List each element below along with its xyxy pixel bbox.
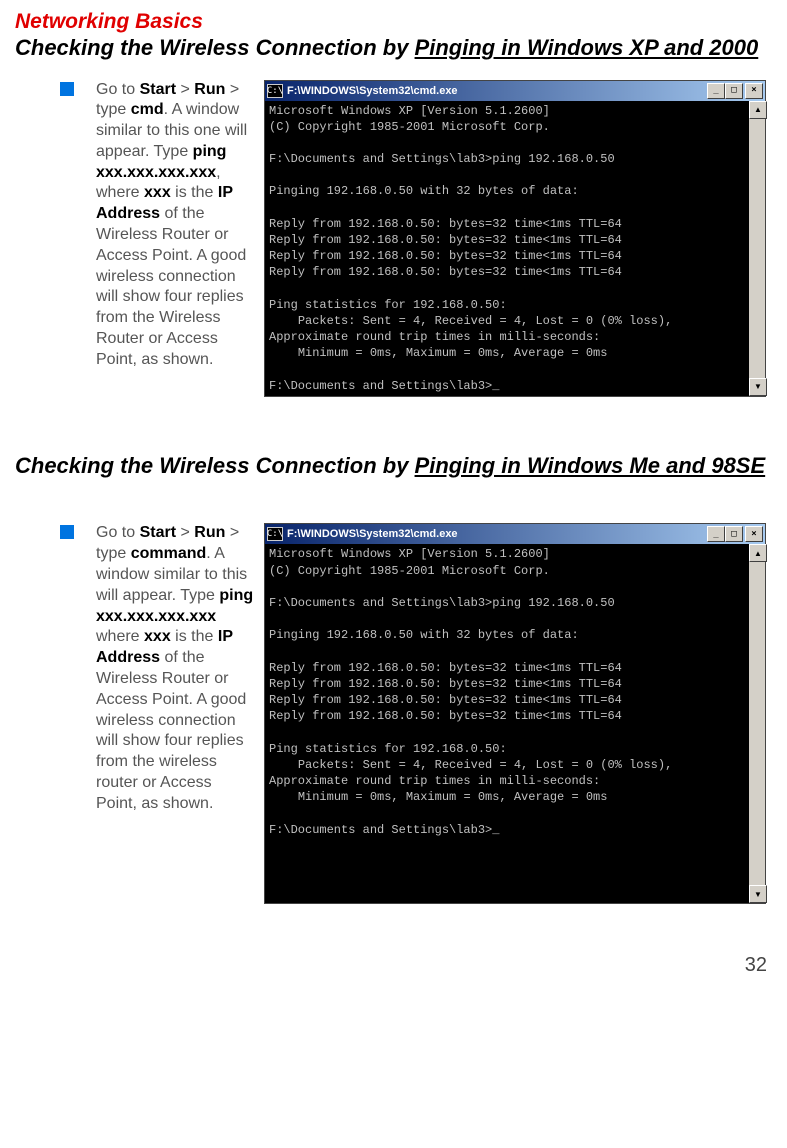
scroll-down-icon[interactable]: ▼ xyxy=(749,378,767,396)
cmd-output-2[interactable]: Microsoft Windows XP [Version 5.1.2600] … xyxy=(265,544,749,903)
cmd-window-2: C:\ F:\WINDOWS\System32\cmd.exe _ □ × Mi… xyxy=(264,523,766,904)
document-page: Networking Basics Checking the Wireless … xyxy=(0,0,787,924)
instr1-t7: of the Wireless Router or Access Point. … xyxy=(96,205,246,368)
cmd-body-wrap-1: Microsoft Windows XP [Version 5.1.2600] … xyxy=(265,101,765,396)
instr2-t1: Go to xyxy=(96,524,140,541)
scrollbar-1[interactable]: ▲ ▼ xyxy=(749,101,765,396)
cmd-output-1[interactable]: Microsoft Windows XP [Version 5.1.2600] … xyxy=(265,101,749,396)
instr2-b5: xxx xyxy=(144,628,171,645)
instr1-b5: xxx xyxy=(144,184,171,201)
instr1-t2: > xyxy=(176,81,194,98)
minimize-button[interactable]: _ xyxy=(707,83,725,99)
instr2-b3: command xyxy=(131,545,207,562)
instr1-t6: is the xyxy=(171,184,218,201)
instr2-t2: > xyxy=(176,524,194,541)
instr1-b2: Run xyxy=(194,81,225,98)
maximize-button[interactable]: □ xyxy=(725,83,743,99)
instr2-t5: where xyxy=(96,628,144,645)
cmd-title-1: F:\WINDOWS\System32\cmd.exe xyxy=(287,85,707,97)
close-button[interactable]: × xyxy=(745,526,763,542)
maximize-button[interactable]: □ xyxy=(725,526,743,542)
window-buttons-1: _ □ × xyxy=(707,83,763,99)
scroll-down-icon[interactable]: ▼ xyxy=(749,885,767,903)
bullet-icon xyxy=(60,82,74,96)
cmd-prompt-icon: C:\ xyxy=(267,84,283,98)
heading-2-underline: Pinging in Windows Me and 98SE xyxy=(415,453,766,478)
page-title: Networking Basics xyxy=(15,10,772,34)
heading-2-text: Checking the Wireless Connection by xyxy=(15,453,415,478)
instr2-t7: of the Wireless Router or Access Point. … xyxy=(96,649,246,812)
scrollbar-2[interactable]: ▲ ▼ xyxy=(749,544,765,903)
close-button[interactable]: × xyxy=(745,83,763,99)
section-2: Go to Start > Run > type command. A wind… xyxy=(15,523,772,904)
scroll-up-icon[interactable]: ▲ xyxy=(749,101,767,119)
heading-1-underline: Pinging in Windows XP and 2000 xyxy=(415,35,759,60)
bullet-icon xyxy=(60,525,74,539)
instr2-b2: Run xyxy=(194,524,225,541)
cmd-title-2: F:\WINDOWS\System32\cmd.exe xyxy=(287,528,707,540)
section-heading-2: Checking the Wireless Connection by Ping… xyxy=(15,452,772,480)
cmd-window-1: C:\ F:\WINDOWS\System32\cmd.exe _ □ × Mi… xyxy=(264,80,766,397)
heading-1-text: Checking the Wireless Connection by xyxy=(15,35,415,60)
instr2-b1: Start xyxy=(140,524,176,541)
cmd-body-wrap-2: Microsoft Windows XP [Version 5.1.2600] … xyxy=(265,544,765,903)
instr1-b3: cmd xyxy=(131,101,164,118)
minimize-button[interactable]: _ xyxy=(707,526,725,542)
section-heading-1: Checking the Wireless Connection by Ping… xyxy=(15,34,772,62)
cmd-titlebar-1[interactable]: C:\ F:\WINDOWS\System32\cmd.exe _ □ × xyxy=(265,81,765,101)
instr1-b1: Start xyxy=(140,81,176,98)
page-number: 32 xyxy=(0,924,787,987)
instruction-2: Go to Start > Run > type command. A wind… xyxy=(96,523,256,814)
instr1-t1: Go to xyxy=(96,81,140,98)
instr2-t6: is the xyxy=(171,628,218,645)
cmd-prompt-icon: C:\ xyxy=(267,527,283,541)
window-buttons-2: _ □ × xyxy=(707,526,763,542)
cmd-titlebar-2[interactable]: C:\ F:\WINDOWS\System32\cmd.exe _ □ × xyxy=(265,524,765,544)
scroll-up-icon[interactable]: ▲ xyxy=(749,544,767,562)
section-1: Go to Start > Run > type cmd. A window s… xyxy=(15,80,772,397)
instruction-1: Go to Start > Run > type cmd. A window s… xyxy=(96,80,256,371)
